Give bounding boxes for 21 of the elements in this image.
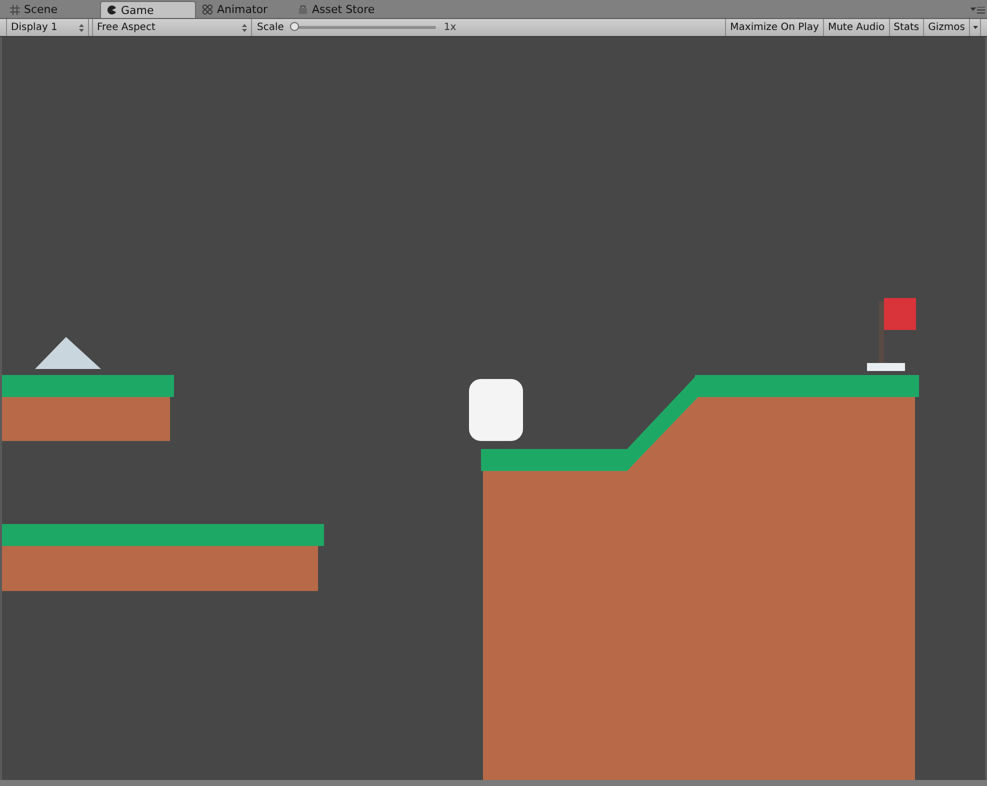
- tab[interactable]: Animator: [196, 1, 292, 18]
- slider-thumb[interactable]: [290, 22, 299, 31]
- bag-icon: [298, 4, 308, 14]
- scale-reading: 1x: [444, 22, 456, 33]
- gizmos-button[interactable]: Gizmos: [923, 19, 969, 36]
- scale-label: Scale: [257, 22, 284, 33]
- nodes-icon: [202, 4, 213, 15]
- up-down-arrows-icon: [79, 24, 84, 32]
- up-down-arrows-icon: [242, 24, 247, 32]
- toolbar-button[interactable]: Mute Audio: [822, 19, 889, 36]
- toolbar-button[interactable]: Stats: [888, 19, 924, 36]
- toolbar-button[interactable]: Maximize On Play: [725, 19, 823, 36]
- pacman-icon: [107, 5, 117, 15]
- menu-icon[interactable]: [971, 7, 985, 14]
- tab[interactable]: Game: [100, 1, 196, 18]
- caret-icon[interactable]: [969, 19, 981, 36]
- tab[interactable]: Asset Store: [292, 1, 388, 18]
- aspect-dropdown[interactable]: Free Aspect: [92, 19, 252, 36]
- grid-icon: [10, 4, 20, 14]
- tab[interactable]: Scene: [4, 1, 100, 18]
- display-dropdown[interactable]: Display 1: [6, 19, 89, 36]
